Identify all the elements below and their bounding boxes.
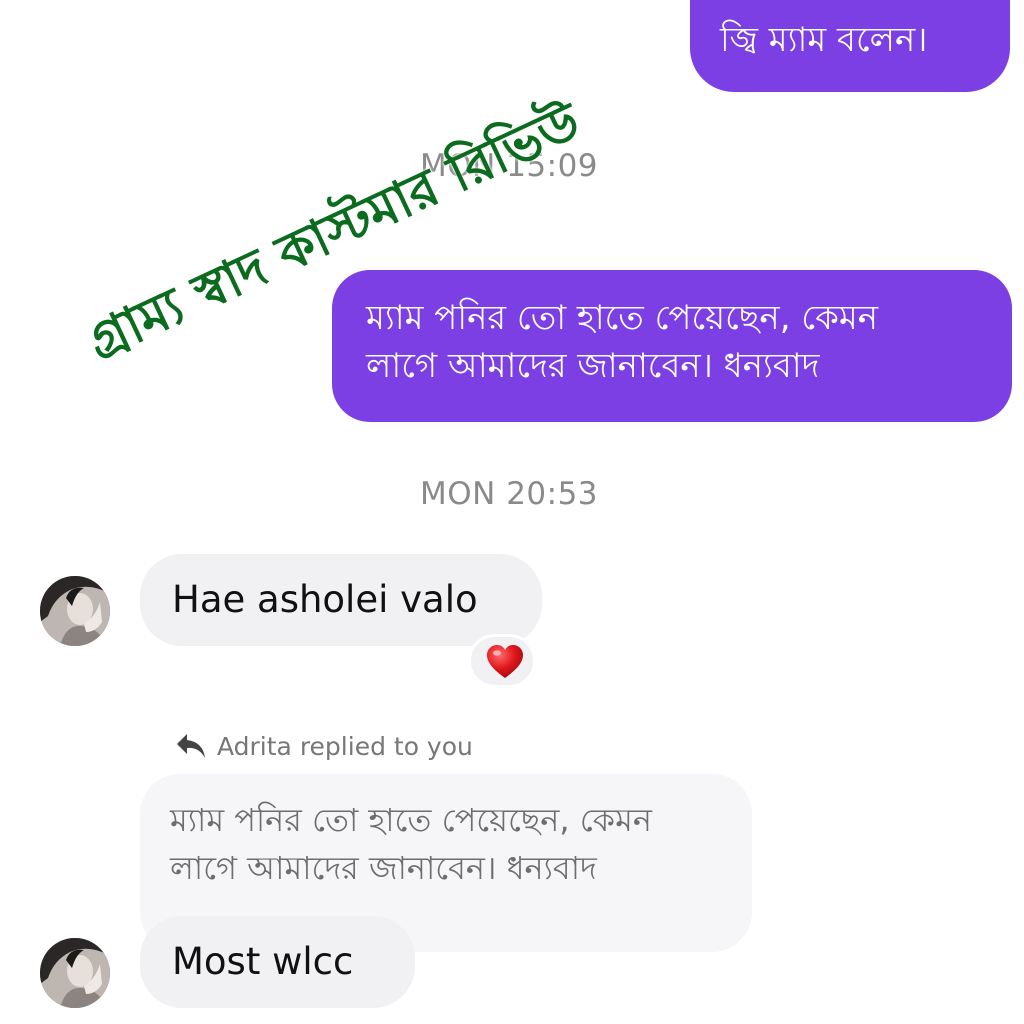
quoted-text-line: লাগে আমাদের জানাবেন। ধন্যবাদ (170, 849, 597, 887)
outgoing-message-bubble[interactable]: ম্যাম পনির তো হাতে পেয়েছেন, কেমন লাগে আ… (332, 270, 1012, 422)
incoming-message-bubble[interactable]: Hae asholei valo (140, 554, 542, 646)
reply-arrow-icon (175, 732, 207, 760)
timestamp: MON 20:53 (420, 476, 599, 512)
heart-icon (487, 645, 523, 678)
avatar[interactable] (40, 576, 110, 646)
message-text: জ্বি ম্যাম বলেন। (720, 20, 928, 60)
reaction-badge[interactable] (468, 634, 536, 688)
outgoing-message-bubble[interactable]: জ্বি ম্যাম বলেন। (690, 0, 1010, 92)
message-text-line: ম্যাম পনির তো হাতে পেয়েছেন, কেমন (366, 298, 879, 338)
reply-header-text: Adrita replied to you (217, 731, 473, 761)
quoted-text-line: ম্যাম পনির তো হাতে পেয়েছেন, কেমন (170, 801, 652, 839)
avatar[interactable] (40, 938, 110, 1008)
message-text: Most wlcc (172, 940, 354, 983)
avatar-photo-icon (40, 938, 110, 1008)
message-text-line: লাগে আমাদের জানাবেন। ধন্যবাদ (366, 346, 820, 386)
incoming-message-bubble[interactable]: Most wlcc (140, 916, 415, 1008)
avatar-photo-icon (40, 576, 110, 646)
reply-header: Adrita replied to you (175, 726, 473, 766)
message-text: Hae asholei valo (172, 578, 478, 621)
